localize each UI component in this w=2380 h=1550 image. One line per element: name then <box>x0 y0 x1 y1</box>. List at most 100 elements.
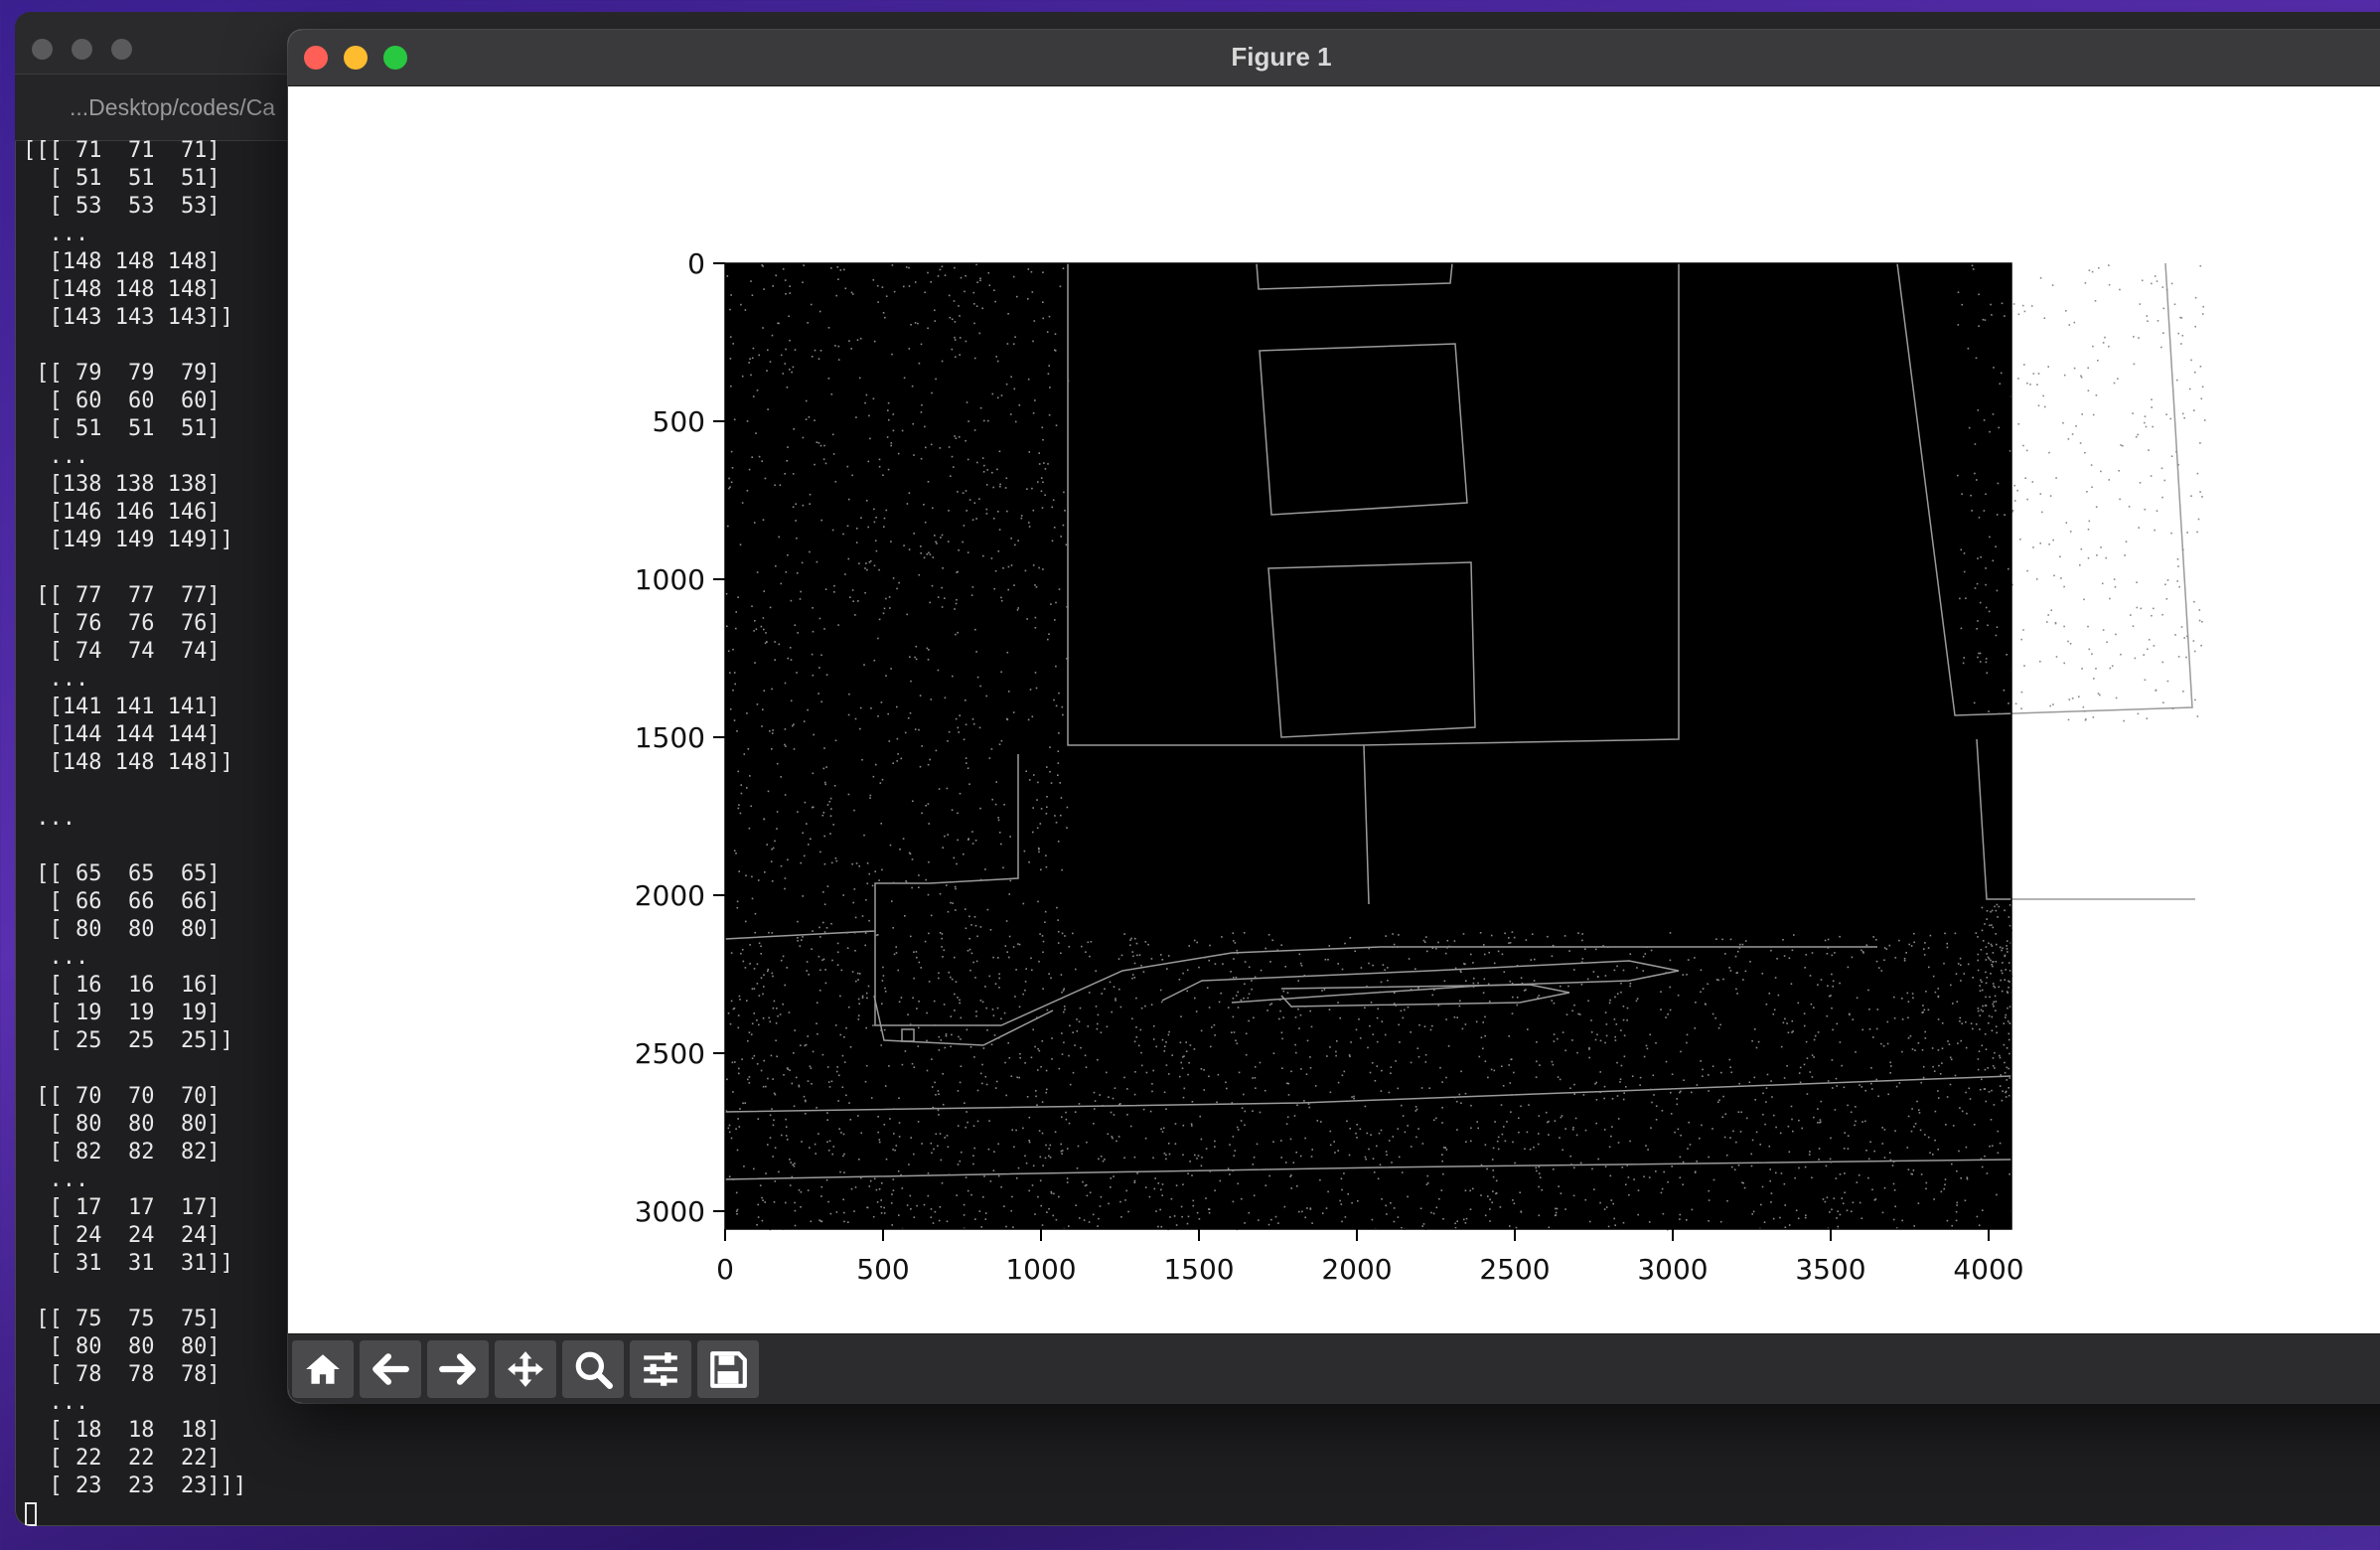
noise-pixel <box>1032 831 1034 834</box>
noise-pixel <box>1282 1016 1284 1018</box>
noise-pixel <box>984 1212 987 1214</box>
noise-pixel <box>1182 972 1184 975</box>
noise-pixel <box>760 953 762 955</box>
noise-pixel <box>1160 1225 1163 1228</box>
noise-pixel <box>910 935 912 938</box>
noise-pixel <box>1551 1000 1554 1002</box>
figure-titlebar[interactable]: Figure 1 <box>288 30 2380 86</box>
noise-pixel <box>939 892 942 895</box>
noise-pixel <box>2144 679 2147 682</box>
noise-pixel <box>947 541 950 542</box>
noise-pixel <box>1599 1039 1602 1042</box>
noise-pixel <box>1003 1205 1005 1207</box>
close-icon[interactable] <box>32 39 53 60</box>
noise-pixel <box>785 348 787 351</box>
noise-pixel <box>937 596 940 598</box>
noise-pixel <box>927 763 930 766</box>
noise-pixel <box>2079 564 2081 566</box>
minimize-icon[interactable] <box>344 46 368 70</box>
noise-pixel <box>1322 1212 1324 1214</box>
noise-pixel <box>820 1185 823 1188</box>
figure-window[interactable]: Figure 1 0 500 1000 1500 2000 2500 3000 … <box>288 30 2380 1403</box>
noise-pixel <box>1062 713 1064 716</box>
configure-subplots-button[interactable] <box>630 1340 691 1398</box>
noise-pixel <box>737 1118 739 1120</box>
noise-pixel <box>836 951 839 954</box>
noise-pixel <box>835 1211 838 1213</box>
noise-pixel <box>1813 1007 1815 1008</box>
noise-pixel <box>1686 1219 1688 1221</box>
noise-pixel <box>867 526 869 529</box>
save-button[interactable] <box>697 1340 759 1398</box>
noise-pixel <box>1004 1061 1006 1064</box>
noise-pixel <box>1687 1148 1689 1150</box>
noise-pixel <box>811 653 814 656</box>
noise-pixel <box>1719 1023 1721 1026</box>
close-icon[interactable] <box>304 46 328 70</box>
noise-pixel <box>1886 1042 1889 1045</box>
maximize-icon[interactable] <box>111 39 132 60</box>
noise-pixel <box>1951 1162 1953 1165</box>
noise-pixel <box>1995 1001 1998 1003</box>
noise-pixel <box>1571 1009 1573 1012</box>
noise-pixel <box>1186 969 1189 972</box>
noise-pixel <box>2075 425 2077 427</box>
noise-pixel <box>1042 481 1044 484</box>
noise-pixel <box>998 529 1001 531</box>
noise-pixel <box>1735 1141 1737 1144</box>
noise-pixel <box>1949 1056 1952 1059</box>
noise-pixel <box>954 956 956 959</box>
noise-pixel <box>1985 946 1988 948</box>
minimize-icon[interactable] <box>72 39 92 60</box>
noise-pixel <box>1053 698 1055 701</box>
noise-pixel <box>995 1080 998 1083</box>
noise-pixel <box>771 932 774 934</box>
noise-pixel <box>1234 1150 1237 1152</box>
noise-pixel <box>1061 868 1063 871</box>
noise-pixel <box>1286 1082 1288 1085</box>
figure-canvas[interactable]: 0 500 1000 1500 2000 2500 3000 3500 4000 <box>288 86 2380 1333</box>
noise-pixel <box>785 1118 787 1121</box>
terminal-tab-title[interactable]: ...Desktop/codes/Ca <box>70 94 275 121</box>
pan-button[interactable] <box>495 1340 556 1398</box>
noise-pixel <box>847 498 850 501</box>
noise-pixel <box>1622 1018 1625 1021</box>
noise-pixel <box>2181 412 2184 415</box>
noise-pixel <box>920 545 922 547</box>
noise-pixel <box>959 1002 961 1005</box>
noise-pixel <box>1093 1123 1095 1125</box>
maximize-icon[interactable] <box>383 46 407 70</box>
noise-pixel <box>1846 1209 1849 1212</box>
noise-pixel <box>876 1201 879 1203</box>
noise-pixel <box>1026 488 1028 490</box>
back-button[interactable] <box>360 1340 421 1398</box>
noise-pixel <box>931 1152 933 1155</box>
noise-pixel <box>1251 988 1253 991</box>
noise-pixel <box>860 1132 862 1135</box>
noise-pixel <box>981 307 983 310</box>
noise-pixel <box>1919 1129 1922 1132</box>
noise-pixel <box>859 727 861 730</box>
noise-pixel <box>1244 1222 1246 1224</box>
noise-pixel <box>1148 1195 1151 1198</box>
noise-pixel <box>935 1133 938 1136</box>
noise-pixel <box>750 805 752 808</box>
noise-pixel <box>2111 665 2114 668</box>
noise-pixel <box>1841 1197 1844 1199</box>
zoom-button[interactable] <box>562 1340 624 1398</box>
forward-button[interactable] <box>427 1340 489 1398</box>
noise-pixel <box>898 1097 900 1099</box>
noise-pixel <box>1562 1149 1563 1152</box>
noise-pixel <box>1204 956 1207 959</box>
noise-pixel <box>1907 1001 1910 1003</box>
noise-pixel <box>769 1114 772 1117</box>
noise-pixel <box>1359 1037 1362 1039</box>
home-button[interactable] <box>292 1340 354 1398</box>
noise-pixel <box>827 1081 830 1083</box>
noise-pixel <box>1063 1006 1066 1008</box>
noise-pixel <box>982 471 985 473</box>
noise-pixel <box>955 602 958 605</box>
noise-pixel <box>1529 1149 1532 1151</box>
noise-pixel <box>771 880 774 882</box>
noise-pixel <box>1738 1082 1740 1085</box>
